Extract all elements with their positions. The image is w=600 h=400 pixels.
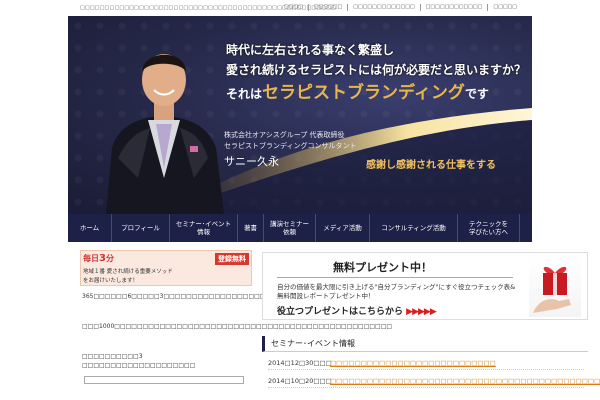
sidebar-paragraph-3: □□□□□□□□□□3 □□□□□□□□□□□□□□□□□□□□ xyxy=(82,353,196,369)
nav-lecture-request[interactable]: 講演セミナー 依頼 xyxy=(264,214,316,242)
present-title: 無料プレゼント中！ xyxy=(333,261,432,274)
company-line-1: 株式会社オアシスグループ 代表取締役 xyxy=(224,131,345,139)
seminar-date: 2014□12□30□□□ xyxy=(268,359,332,367)
nav-books[interactable]: 著書 xyxy=(238,214,264,242)
top-link-4[interactable]: □□□□□□□□□□□□ xyxy=(419,4,488,11)
company-line-2: セラピストブランディングコンサルタント xyxy=(224,142,357,150)
seminar-section-heading: セミナー･イベント情報 xyxy=(262,336,588,352)
nav-media[interactable]: メディア活動 xyxy=(316,214,370,242)
top-link-1[interactable]: □□□□ xyxy=(279,4,308,11)
top-link-2[interactable]: □□□□□□ xyxy=(307,4,347,11)
newsletter-email-input[interactable] xyxy=(84,376,244,384)
daily-newsletter-banner[interactable]: 毎日3分 登録無料 地域１番 愛され続ける重要メソッド をお届けいたします！ xyxy=(80,250,252,286)
hero-headline-3: それはセラピストブランディングです xyxy=(226,78,489,103)
seminar-link[interactable]: □□□□□□□□□□□□□□□□□□□□□□□□□□□□□□□□□□□□□□□□… xyxy=(330,377,600,385)
free-registration-badge: 登録無料 xyxy=(215,253,249,265)
top-link-3[interactable]: □□□□□□□□□□□□□ xyxy=(347,4,419,11)
hero-banner: 時代に左右される事なく繁盛し 愛され続けるセラピストには何が必要だと思いますか？… xyxy=(68,16,532,214)
top-link-5[interactable]: □□□□□ xyxy=(487,4,522,11)
seminar-link[interactable]: □□□□□□□□□□□□□□□□□□□□□□□□□□□ xyxy=(330,359,496,367)
nav-home[interactable]: ホーム xyxy=(68,214,112,242)
company-info: 株式会社オアシスグループ 代表取締役 セラピストブランディングコンサルタント xyxy=(224,130,357,152)
hero-line3-post: です xyxy=(464,87,489,101)
hero-brand-text: セラピストブランディング xyxy=(262,83,465,103)
arrows-icon: ▶▶▶▶▶ xyxy=(406,307,437,317)
daily-subtitle: 地域１番 愛され続ける重要メソッド xyxy=(83,269,173,275)
seminar-row: 2014□10□20□□□ □□□□□□□□□□□□□□□□□□□□□□□□□□… xyxy=(268,374,600,388)
present-divider xyxy=(277,277,513,278)
nav-consulting[interactable]: コンサルティング活動 xyxy=(370,214,458,242)
hero-motto: 感謝し感謝される仕事をする xyxy=(366,160,496,171)
daily-subtitle-2: をお届けいたします！ xyxy=(83,278,139,284)
sidebar-paragraph-2: □□□1000□□□□□□□□□□□□□□□□□□□□□□□□□□□□□□□□□… xyxy=(82,323,393,330)
gift-icon xyxy=(529,255,581,317)
seminar-date: 2014□10□20□□□ xyxy=(268,377,332,385)
free-present-box: 無料プレゼント中！ 自分の価値を最大限に引き上げる"自分ブランディング"にすぐ役… xyxy=(262,252,588,320)
main-nav: ホーム プロフィール セミナー･イベント 情報 著書 講演セミナー 依頼 メディア活… xyxy=(68,214,532,242)
sidebar-paragraph-1: 365□□□□□□6□□□□□3□□□□□□□□□□□□□□□□□□□□□□□□… xyxy=(82,292,502,301)
nav-technique[interactable]: テクニックを 学びたい方へ xyxy=(458,214,520,242)
top-links: □□□□ □□□□□□ □□□□□□□□□□□□□ □□□□□□□□□□□□ □… xyxy=(279,4,522,11)
hero-headline-2: 愛され続けるセラピストには何が必要だと思いますか？ xyxy=(226,63,527,77)
present-cta-link[interactable]: 役立つプレゼントはこちらから ▶▶▶▶▶ xyxy=(277,304,437,317)
person-portrait xyxy=(106,54,224,214)
nav-seminar-events[interactable]: セミナー･イベント 情報 xyxy=(170,214,238,242)
page-frame: □□□□□□□□□□□□□□□□□□□□□□□□□□□□□□□□□□□□□□□□… xyxy=(68,0,600,400)
present-description: 自分の価値を最大限に引き上げる"自分ブランディング"にすぐ役立つチェック表&無料… xyxy=(277,283,516,300)
seminar-row: 2014□12□30□□□ □□□□□□□□□□□□□□□□□□□□□□□□□□… xyxy=(268,356,584,370)
nav-profile[interactable]: プロフィール xyxy=(112,214,170,242)
daily-heading: 毎日3分 xyxy=(83,253,114,264)
top-bar: □□□□□□□□□□□□□□□□□□□□□□□□□□□□□□□□□□□□□□□□… xyxy=(68,0,532,16)
person-name: サニー久永 xyxy=(224,155,279,168)
hero-headline-1: 時代に左右される事なく繁盛し xyxy=(226,43,395,57)
hero-line3-pre: それは xyxy=(226,87,263,101)
